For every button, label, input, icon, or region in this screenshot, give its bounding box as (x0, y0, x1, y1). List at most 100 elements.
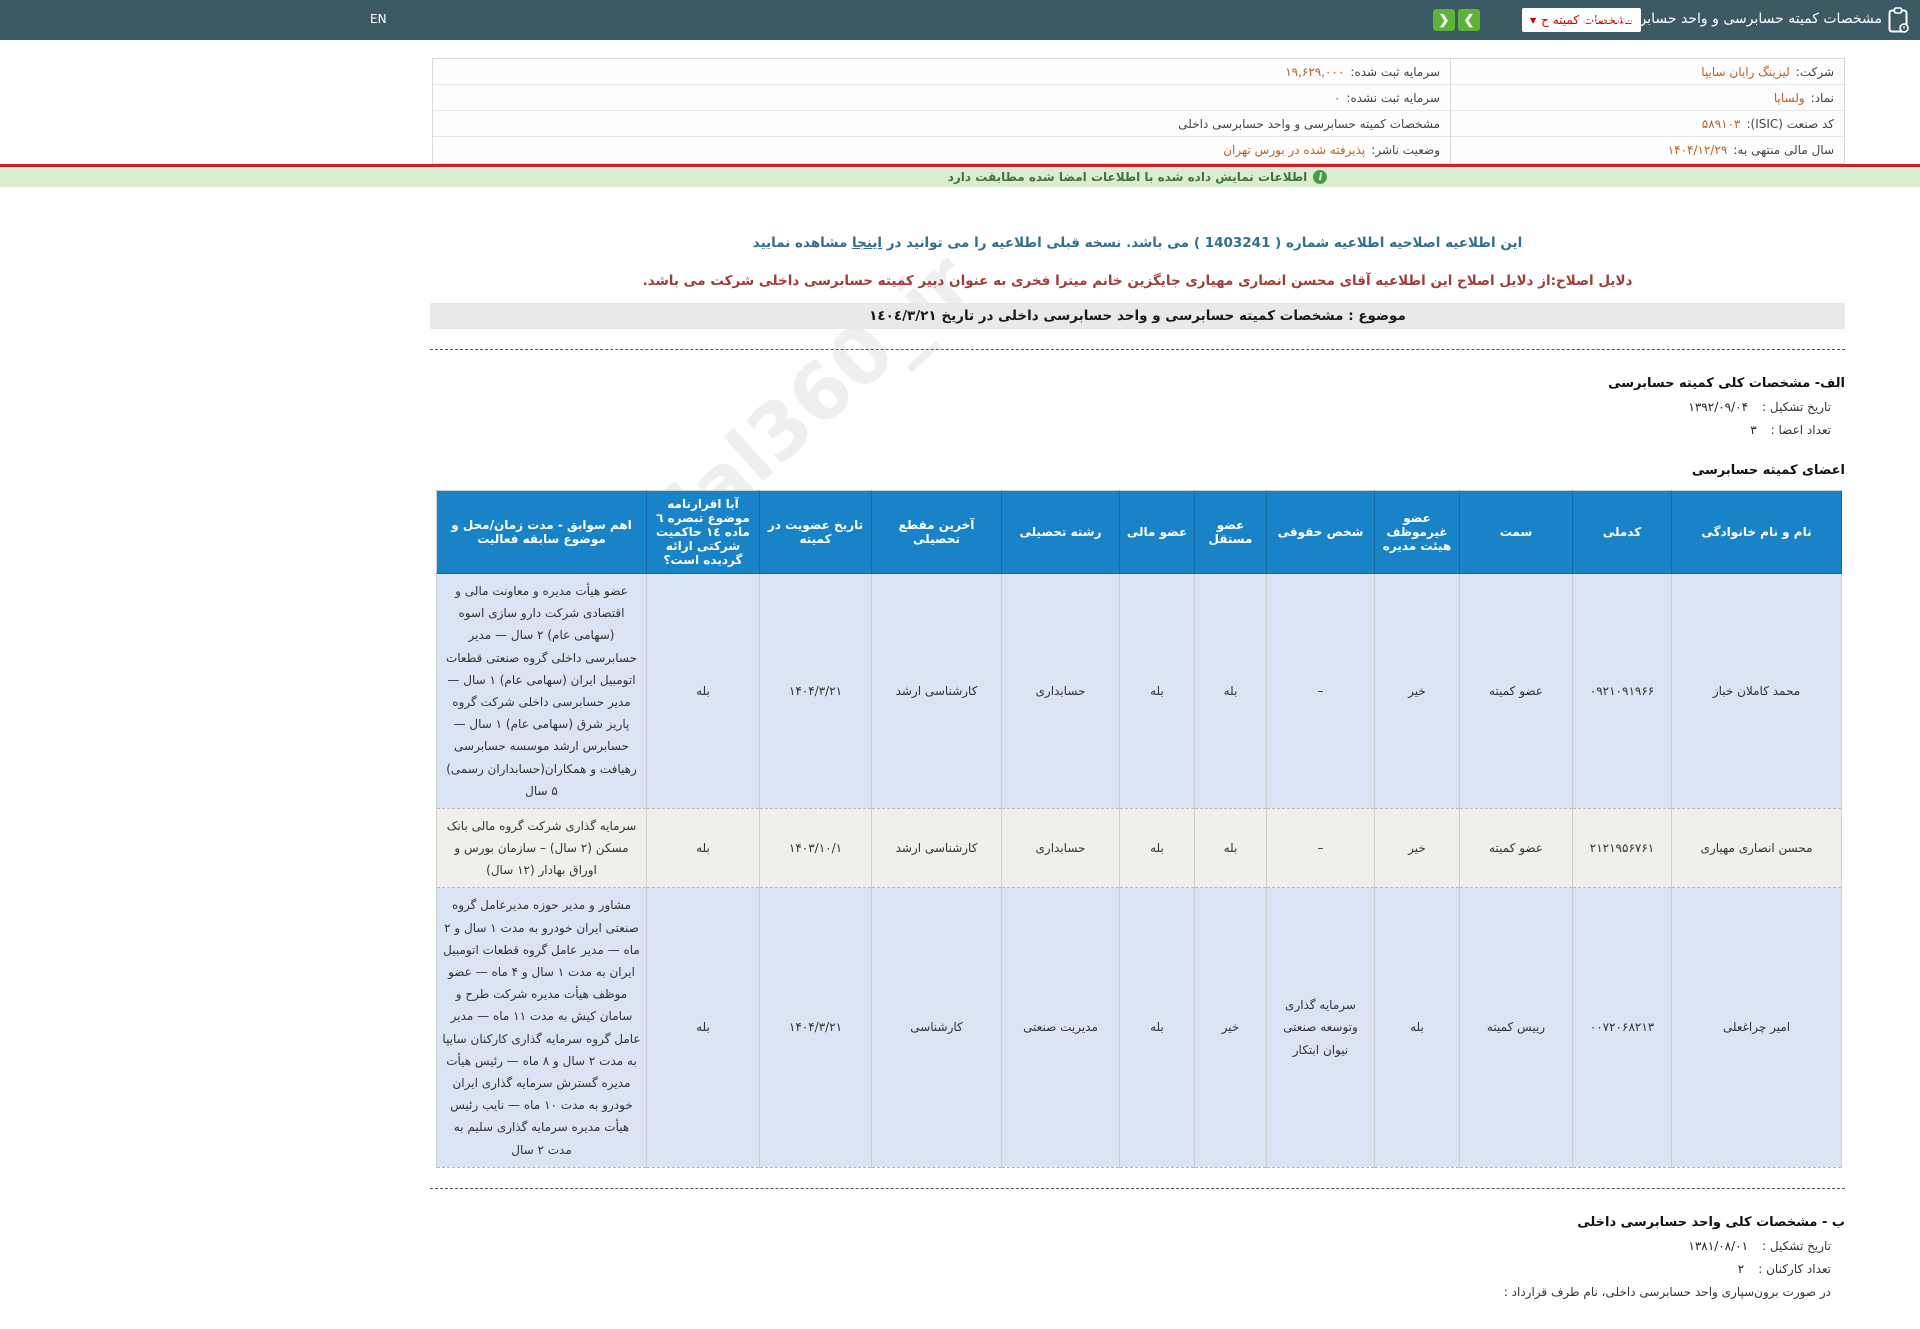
info-label: نماد: (1810, 90, 1834, 105)
detail-label: تعداد کارکنان : (1758, 1261, 1831, 1276)
info-value: پذیرفته شده در بورس تهران (1223, 143, 1366, 157)
detail-row: تاریخ تشکیل : ۱۳۸۱/۰۸/۰۱ (430, 1239, 1831, 1253)
page-title: مشخصات کمیته حسابرسی و واحد حسابرسی داخل… (1576, 11, 1882, 27)
info-row: سرمایه ثبت نشده: ۰ (433, 85, 1450, 111)
column-header: عضو مالی (1119, 490, 1195, 574)
outsourcing-label: در صورت برون‌سپاری واحد حسابرسی داخلی، ن… (1503, 1284, 1831, 1299)
prev-page-button[interactable]: ❮ (1433, 9, 1455, 31)
chevron-left-icon: ❮ (1438, 12, 1450, 27)
table-cell: عضو کمیته (1459, 808, 1573, 889)
table-cell: کارشناسی ارشد (871, 573, 1002, 809)
committee-members-table: نام و نام خانوادگی کدملی سمت عضو غیرموظف هی… (436, 490, 1842, 1168)
column-header: آیا اقرارنامه موضوع تبصره ٦ ماده ١٤ حاکم… (646, 490, 760, 574)
dashed-separator (430, 349, 1845, 350)
table-cell: کارشناسی ارشد (871, 808, 1002, 889)
table-cell: خیر (1374, 808, 1460, 889)
table-cell: مدیریت صنعتی (1001, 887, 1120, 1168)
info-value[interactable]: لیزینگ رایان سایپا (1701, 65, 1790, 79)
column-header: آخرین مقطع تحصیلی (871, 490, 1002, 574)
info-label: وضعیت ناشر: (1371, 143, 1440, 157)
subject-band: موضوع : مشخصات کمیته حسابرسی و واحد حساب… (430, 303, 1845, 329)
language-toggle-en[interactable]: EN (370, 12, 387, 26)
column-header: رشته تحصیلی (1001, 490, 1120, 574)
table-cell: حسابداری (1001, 573, 1120, 809)
info-row: سرمایه ثبت شده: ۱۹,۶۲۹,۰۰۰ (433, 59, 1450, 85)
table-cell: ۰۹۲۱۰۹۱۹۶۶ (1572, 573, 1672, 809)
section-b-rows: تاریخ تشکیل : ۱۳۸۱/۰۸/۰۱ تعداد کارکنان : ۲ (355, 1239, 1920, 1276)
table-cell: سرمایه گذاری وتوسعه صنعتی نیوان ابتکار (1266, 887, 1375, 1168)
table-row: محمد کاملان خباز ۰۹۲۱۰۹۱۹۶۶ عضو کمیته خیر – ب… (436, 573, 1842, 809)
table-cell: ۰۰۷۲۰۶۸۲۱۳ (1572, 887, 1672, 1168)
info-value: ۱۹,۶۲۹,۰۰۰ (1285, 64, 1345, 79)
detail-row: تعداد اعضا : ۳ (430, 423, 1831, 437)
detail-row: تاریخ تشکیل : ۱۳۹۲/۰۹/۰۴ (430, 400, 1831, 414)
section-a-rows: تاریخ تشکیل : ۱۳۹۲/۰۹/۰۴ تعداد اعضا : ۳ (355, 400, 1920, 437)
table-cell: بله (646, 573, 760, 809)
info-row: سال مالی منتهی به: ۱۴۰۴/۱۲/۲۹ (1451, 137, 1844, 163)
outsourcing-row: در صورت برون‌سپاری واحد حسابرسی داخلی، ن… (430, 1285, 1831, 1299)
amendment-notice-post: مشاهده نمایید (752, 235, 853, 251)
table-cell: کارشناسی (871, 887, 1002, 1168)
table-row: محسن انصاری مهیاری ۲۱۲۱۹۵۶۷۶۱ عضو کمیته خیر… (436, 808, 1842, 889)
detail-label: تعداد اعضا : (1770, 423, 1831, 437)
detail-value: ۱۳۹۲/۰۹/۰۴ (1688, 400, 1749, 414)
company-info-table: شرکت: لیزینگ رایان سایپا نماد: ولساپا کد صنع… (432, 58, 1845, 164)
section-b-title: ب - مشخصات کلی واحد حسابرسی داخلی (1577, 1214, 1845, 1230)
info-label: شرکت: (1795, 64, 1834, 79)
chevron-down-icon: ▼ (1530, 15, 1537, 25)
table-cell: – (1266, 808, 1375, 889)
main-content: این اطلاعیه اصلاحیه اطلاعیه شماره ( 1403… (355, 235, 1920, 1329)
amendment-notice-pre: این اطلاعیه اصلاحیه اطلاعیه شماره ( 1403… (882, 235, 1523, 251)
info-row: وضعیت ناشر: پذیرفته شده در بورس تهران (433, 137, 1450, 163)
table-cell: بله (1374, 887, 1460, 1168)
info-value: ۵۸۹۱۰۳ (1701, 116, 1741, 131)
table-cell: ۱۴۰۴/۳/۲۱ (759, 887, 872, 1168)
table-cell: امیر چراغعلی (1671, 887, 1842, 1168)
table-cell: مشاور و مدیر حوزه مدیرعامل گروه صنعتی ای… (436, 887, 647, 1168)
table-cell: حسابداری (1001, 808, 1120, 889)
table-cell: ۲۱۲۱۹۵۶۷۶۱ (1572, 808, 1672, 889)
top-header-bar: EN ❮ ❯ مشخصات کمیته ح ▼ مشخصات کمیته حسا… (0, 0, 1920, 40)
signature-match-alert: i اطلاعات نمایش داده شده با اطلاعات امضا… (0, 167, 1920, 187)
company-info-left-column: سرمایه ثبت شده: ۱۹,۶۲۹,۰۰۰ سرمایه ثبت نشده… (433, 59, 1450, 163)
amendment-reason: دلایل اصلاح:از دلایل اصلاح این اطلاعیه آ… (642, 273, 1633, 289)
info-row: شرکت: لیزینگ رایان سایپا (1451, 59, 1844, 85)
table-cell: سرمایه گذاری شرکت گروه مالی بانک مسکن (۲… (436, 808, 647, 889)
amendment-notice: این اطلاعیه اصلاحیه اطلاعیه شماره ( 1403… (355, 235, 1920, 251)
info-label: کد صنعت (ISIC): (1746, 116, 1834, 131)
info-value[interactable]: ولساپا (1774, 91, 1805, 105)
info-row: مشخصات کمیته حسابرسی و واحد حسابرسی داخل… (433, 111, 1450, 137)
table-cell: بله (1194, 808, 1267, 889)
table-cell: بله (1194, 573, 1267, 809)
detail-label: تاریخ تشکیل : (1762, 1238, 1831, 1253)
chevron-right-icon: ❯ (1463, 12, 1475, 27)
column-header: عضو غیرموظف هیئت مدیره (1374, 490, 1460, 574)
table-cell: محسن انصاری مهیاری (1671, 808, 1842, 889)
table-cell: خیر (1194, 887, 1267, 1168)
table-cell: خیر (1374, 573, 1460, 809)
table-cell: ۱۴۰۳/۱۰/۱ (759, 808, 872, 889)
table-cell: بله (1119, 808, 1195, 889)
info-label: مشخصات کمیته حسابرسی و واحد حسابرسی داخل… (1178, 116, 1440, 131)
column-header: سمت (1459, 490, 1573, 574)
dashed-separator (430, 1187, 1845, 1189)
table-cell: عضو هیأت مدیره و معاونت مالی و اقتصادی ش… (436, 573, 647, 809)
table-cell: – (1266, 573, 1375, 809)
next-page-button[interactable]: ❯ (1458, 9, 1480, 31)
column-header: تاریخ عضویت در کمیته (759, 490, 872, 574)
table-cell: بله (646, 808, 760, 889)
column-header: عضو مستقل (1194, 490, 1267, 574)
detail-value: ۲ (1737, 1261, 1745, 1276)
detail-value: ۱۳۸۱/۰۸/۰۱ (1688, 1238, 1749, 1253)
table-cell: بله (646, 887, 760, 1168)
previous-notice-link[interactable]: اینجا (852, 235, 882, 251)
info-row: نماد: ولساپا (1451, 85, 1844, 111)
column-header: شخص حقوقی (1266, 490, 1375, 574)
detail-label: تاریخ تشکیل : (1762, 400, 1831, 414)
clipboard-icon (1888, 7, 1909, 36)
info-value: ۱۴۰۴/۱۲/۲۹ (1667, 143, 1728, 157)
table-cell: بله (1119, 573, 1195, 809)
column-header: کدملی (1572, 490, 1672, 574)
table-cell: محمد کاملان خباز (1671, 573, 1842, 809)
company-info-right-column: شرکت: لیزینگ رایان سایپا نماد: ولساپا کد صنع… (1450, 59, 1844, 163)
